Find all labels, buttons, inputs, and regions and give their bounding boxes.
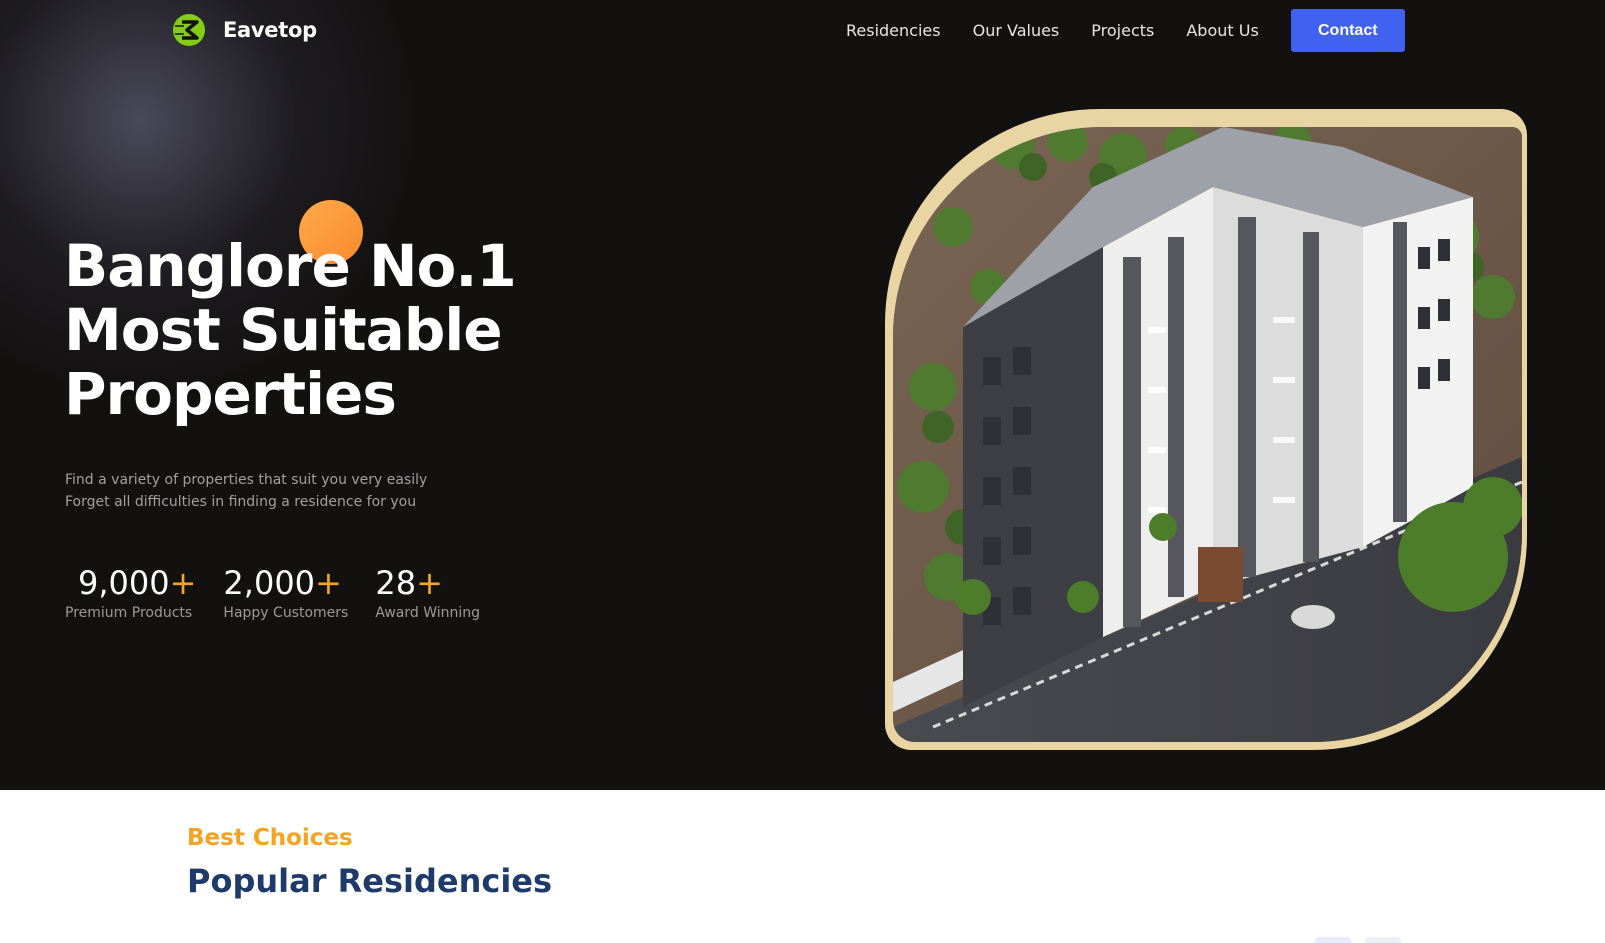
nav-link-our-values[interactable]: Our Values bbox=[973, 21, 1060, 40]
brand-logo[interactable]: Eavetop bbox=[172, 13, 317, 47]
headline-line-1: Banglore No.1 bbox=[64, 232, 517, 300]
hero-image-frame bbox=[885, 109, 1527, 750]
hero-subtext: Find a variety of properties that suit y… bbox=[65, 469, 427, 513]
nav-link-projects[interactable]: Projects bbox=[1091, 21, 1154, 40]
headline-line-3: Properties bbox=[64, 360, 397, 428]
stat-premium-products: 9,000+ Premium Products bbox=[65, 563, 196, 621]
logo-icon bbox=[173, 14, 205, 46]
hero-building-image bbox=[893, 127, 1522, 742]
building-illustration bbox=[893, 127, 1522, 742]
stat-label: Premium Products bbox=[65, 605, 193, 621]
section-title: Popular Residencies bbox=[187, 862, 553, 900]
stat-value: 28+ bbox=[375, 564, 443, 602]
hero-section: Eavetop Residencies Our Values Projects … bbox=[0, 0, 1605, 790]
hero-stats: 9,000+ Premium Products 2,000+ Happy Cus… bbox=[65, 563, 507, 621]
stat-label: Happy Customers bbox=[223, 605, 349, 621]
stat-value: 2,000+ bbox=[223, 564, 342, 602]
stat-happy-customers: 2,000+ Happy Customers bbox=[223, 563, 348, 621]
section-kicker: Best Choices bbox=[187, 825, 353, 851]
stat-value: 9,000+ bbox=[78, 564, 197, 602]
brand-name: Eavetop bbox=[223, 18, 317, 42]
slider-prev-button[interactable] bbox=[1315, 937, 1351, 943]
slider-next-button[interactable] bbox=[1365, 937, 1401, 943]
popular-residencies-section: Best Choices Popular Residencies bbox=[0, 790, 1605, 943]
headline-line-2: Most Suitable bbox=[64, 296, 503, 364]
contact-button[interactable]: Contact bbox=[1290, 9, 1405, 52]
nav-link-residencies[interactable]: Residencies bbox=[846, 21, 941, 40]
main-nav: Residencies Our Values Projects About Us… bbox=[846, 9, 1405, 52]
nav-link-about-us[interactable]: About Us bbox=[1186, 21, 1258, 40]
subtext-line-2: Forget all difficulties in finding a res… bbox=[65, 494, 417, 510]
hero-headline: Banglore No.1 Most Suitable Properties bbox=[64, 234, 664, 426]
subtext-line-1: Find a variety of properties that suit y… bbox=[65, 472, 428, 488]
stat-award-winning: 28+ Award Winning bbox=[375, 563, 480, 621]
stat-label: Award Winning bbox=[375, 605, 481, 621]
